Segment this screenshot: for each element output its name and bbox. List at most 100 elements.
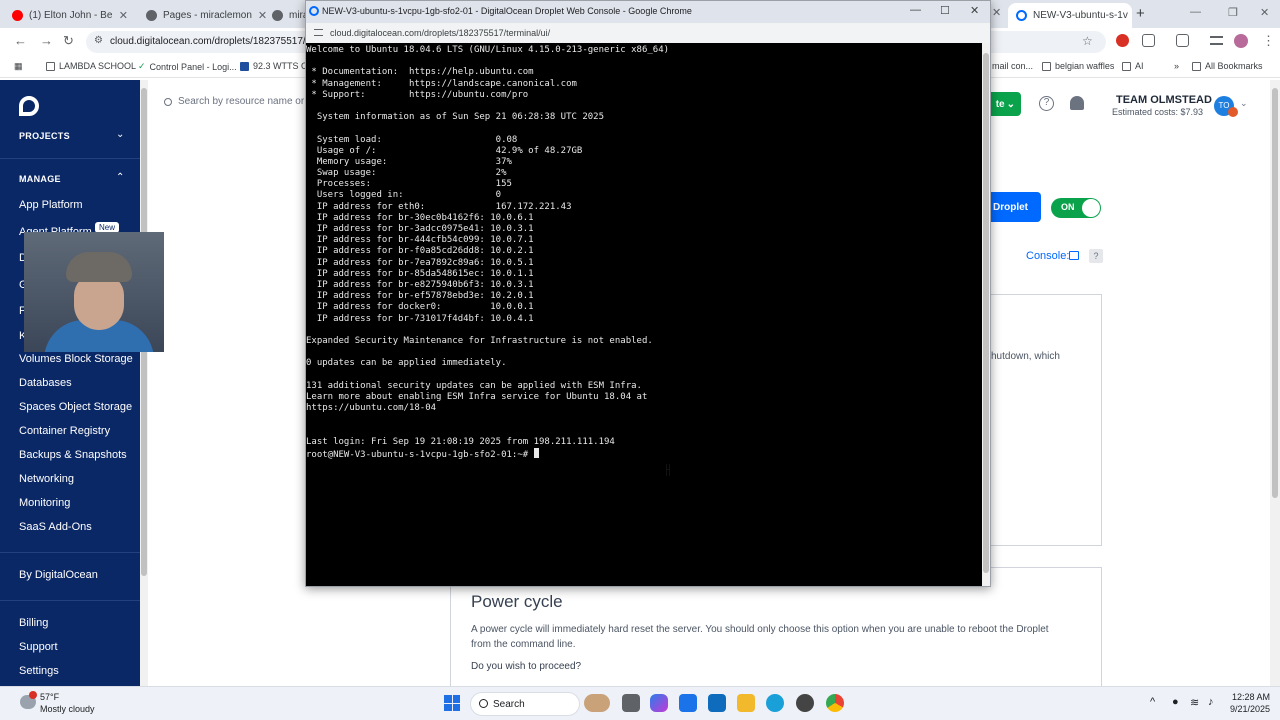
scrollbar-thumb[interactable] xyxy=(983,53,989,573)
file-explorer-icon[interactable] xyxy=(737,694,755,712)
store-icon[interactable] xyxy=(679,694,697,712)
chevron-down-icon[interactable]: ⌄ xyxy=(116,129,124,140)
tab-label: miraci xyxy=(289,10,306,21)
team-name[interactable]: TEAM OLMSTEAD xyxy=(1116,94,1212,106)
copilot-icon[interactable] xyxy=(650,694,668,712)
sidebar-item-container-registry[interactable]: Container Registry xyxy=(19,425,110,437)
scrollbar-thumb[interactable] xyxy=(1272,88,1278,498)
power-cycle-title: Power cycle xyxy=(471,592,563,611)
taskbar-date[interactable]: 9/21/2025 xyxy=(1220,704,1270,714)
droplet-button[interactable]: Droplet xyxy=(991,192,1041,222)
reload-icon[interactable]: ↻ xyxy=(63,33,74,49)
close-icon[interactable]: ✕ xyxy=(119,9,128,22)
taskbar-time[interactable]: 12:28 AM xyxy=(1230,692,1270,702)
site-info-icon[interactable]: ⚙ xyxy=(94,35,103,46)
chrome-icon[interactable] xyxy=(826,694,844,712)
sidebar-item-monitoring[interactable]: Monitoring xyxy=(19,497,70,509)
bookmark-lambda[interactable]: LAMBDA SCHOOL xyxy=(46,61,136,71)
weather-temperature[interactable]: 57°F xyxy=(40,692,59,702)
sidebar-item-networking[interactable]: Networking xyxy=(19,473,74,485)
minimize-icon[interactable]: — xyxy=(910,4,921,16)
text-cursor-icon xyxy=(666,464,670,476)
sidebar-item-settings[interactable]: Settings xyxy=(19,665,59,677)
terminal-prompt-line[interactable]: root@NEW-V3-ubuntu-s-1vcpu-1gb-sfo2-01:~… xyxy=(306,447,982,460)
back-icon[interactable]: ← xyxy=(14,33,27,48)
sidebar-item-databases[interactable]: Databases xyxy=(19,377,72,389)
bookmark-all[interactable]: All Bookmarks xyxy=(1192,61,1263,71)
power-toggle[interactable]: ON xyxy=(1051,198,1101,218)
weather-condition[interactable]: Mostly cloudy xyxy=(40,704,95,714)
wifi-icon[interactable]: ≋ xyxy=(1190,696,1199,709)
tab-youtube[interactable]: (1) Elton John - Be ✕ xyxy=(4,3,136,28)
chevron-up-icon[interactable]: ^ xyxy=(1150,696,1155,708)
task-view-icon[interactable] xyxy=(622,694,640,712)
bell-icon[interactable] xyxy=(1070,96,1084,110)
edge-icon[interactable] xyxy=(766,694,784,712)
site-settings-icon[interactable] xyxy=(314,29,323,36)
maximize-icon[interactable]: ☐ xyxy=(940,4,950,17)
bookmark-wtts[interactable]: 92.3 WTTS On xyxy=(240,61,313,71)
terminal-scrollbar[interactable] xyxy=(982,43,990,586)
reading-list-icon[interactable] xyxy=(1210,36,1223,45)
microphone-icon[interactable]: ● xyxy=(1172,696,1179,708)
sidebar-item-backups[interactable]: Backups & Snapshots xyxy=(19,449,127,461)
profile-avatar[interactable] xyxy=(1234,34,1248,48)
app-icon[interactable] xyxy=(796,694,814,712)
bookmark-control-panel[interactable]: ✓ Control Panel - Logi... xyxy=(138,61,237,72)
chevron-up-icon[interactable]: ⌃ xyxy=(116,172,124,183)
console-address-bar[interactable]: cloud.digitalocean.com/droplets/18237551… xyxy=(306,23,990,43)
power-cycle-question: Do you wish to proceed? xyxy=(471,661,582,672)
sidebar-scrollbar[interactable] xyxy=(140,80,148,686)
bookmark-ai[interactable]: AI xyxy=(1122,61,1144,71)
close-icon[interactable]: ✕ xyxy=(992,6,1001,19)
sidebar-item-spaces[interactable]: Spaces Object Storage xyxy=(19,401,132,413)
close-window-icon[interactable]: ✕ xyxy=(1260,6,1269,19)
help-icon[interactable]: ? xyxy=(1039,96,1054,111)
sidebar-item-by-digitalocean[interactable]: By DigitalOcean xyxy=(19,569,98,581)
console-titlebar[interactable]: NEW-V3-ubuntu-s-1vcpu-1gb-sfo2-01 - Digi… xyxy=(306,1,990,23)
new-tab-button[interactable]: + xyxy=(1136,5,1145,22)
sidebar-projects[interactable]: PROJECTS xyxy=(19,131,70,141)
sidebar-item-volumes[interactable]: Volumes Block Storage xyxy=(19,353,133,365)
sidebar-item-app-platform[interactable]: App Platform xyxy=(19,199,83,211)
extension-icon[interactable] xyxy=(1116,34,1129,47)
sidebar-item-support[interactable]: Support xyxy=(19,641,58,653)
minimize-icon[interactable]: — xyxy=(1190,6,1201,18)
close-icon[interactable]: ✕ xyxy=(970,4,979,17)
apps-icon[interactable]: ▦ xyxy=(14,61,23,72)
maximize-icon[interactable]: ❐ xyxy=(1228,6,1238,19)
volume-icon[interactable]: ♪ xyxy=(1208,696,1214,708)
power-cycle-description: A power cycle will immediately hard rese… xyxy=(471,624,1049,650)
taskbar-search[interactable]: Search xyxy=(470,692,580,716)
puzzle-icon[interactable] xyxy=(1142,34,1155,47)
mail-icon[interactable] xyxy=(708,694,726,712)
digitalocean-logo[interactable] xyxy=(19,96,39,116)
search-highlight-icon[interactable] xyxy=(584,694,610,712)
bookmark-belgian-waffles[interactable]: belgian waffles xyxy=(1042,61,1114,71)
tab-pages[interactable]: Pages - miraclemon ✕ xyxy=(138,3,270,28)
create-button[interactable]: te ⌄ xyxy=(991,92,1021,116)
menu-icon[interactable]: ⋮ xyxy=(1262,33,1275,49)
bookmark-mail[interactable]: mail con... xyxy=(992,61,1033,71)
help-icon[interactable]: ? xyxy=(1089,249,1103,263)
page-scrollbar[interactable] xyxy=(1270,80,1280,686)
sidebar-manage[interactable]: MANAGE xyxy=(19,174,61,184)
tab-droplet[interactable]: NEW-V3-ubuntu-s-1v ✕ xyxy=(1008,3,1132,28)
terminal-line: Processes: 155 xyxy=(306,179,512,190)
console-link[interactable]: Console: xyxy=(1026,250,1069,262)
windows-start-icon[interactable] xyxy=(444,695,460,711)
resource-search[interactable]: Search by resource name or xyxy=(164,96,304,107)
terminal[interactable]: Welcome to Ubuntu 18.04.6 LTS (GNU/Linux… xyxy=(306,43,982,586)
console-window[interactable]: NEW-V3-ubuntu-s-1vcpu-1gb-sfo2-01 - Digi… xyxy=(305,0,991,587)
sidebar-item-saas-addons[interactable]: SaaS Add-Ons xyxy=(19,521,92,533)
star-icon[interactable]: ☆ xyxy=(1082,34,1093,48)
sidebar-item-billing[interactable]: Billing xyxy=(19,617,48,629)
terminal-line: 131 additional security updates can be a… xyxy=(306,380,642,391)
cast-icon[interactable] xyxy=(1176,34,1189,47)
forward-icon[interactable]: → xyxy=(40,33,53,48)
chevron-down-icon[interactable]: ⌄ xyxy=(1240,98,1248,109)
external-link-icon[interactable] xyxy=(1069,251,1079,260)
bookmarks-overflow[interactable]: » xyxy=(1174,61,1179,71)
tab-miracl[interactable]: miraci xyxy=(264,3,306,28)
